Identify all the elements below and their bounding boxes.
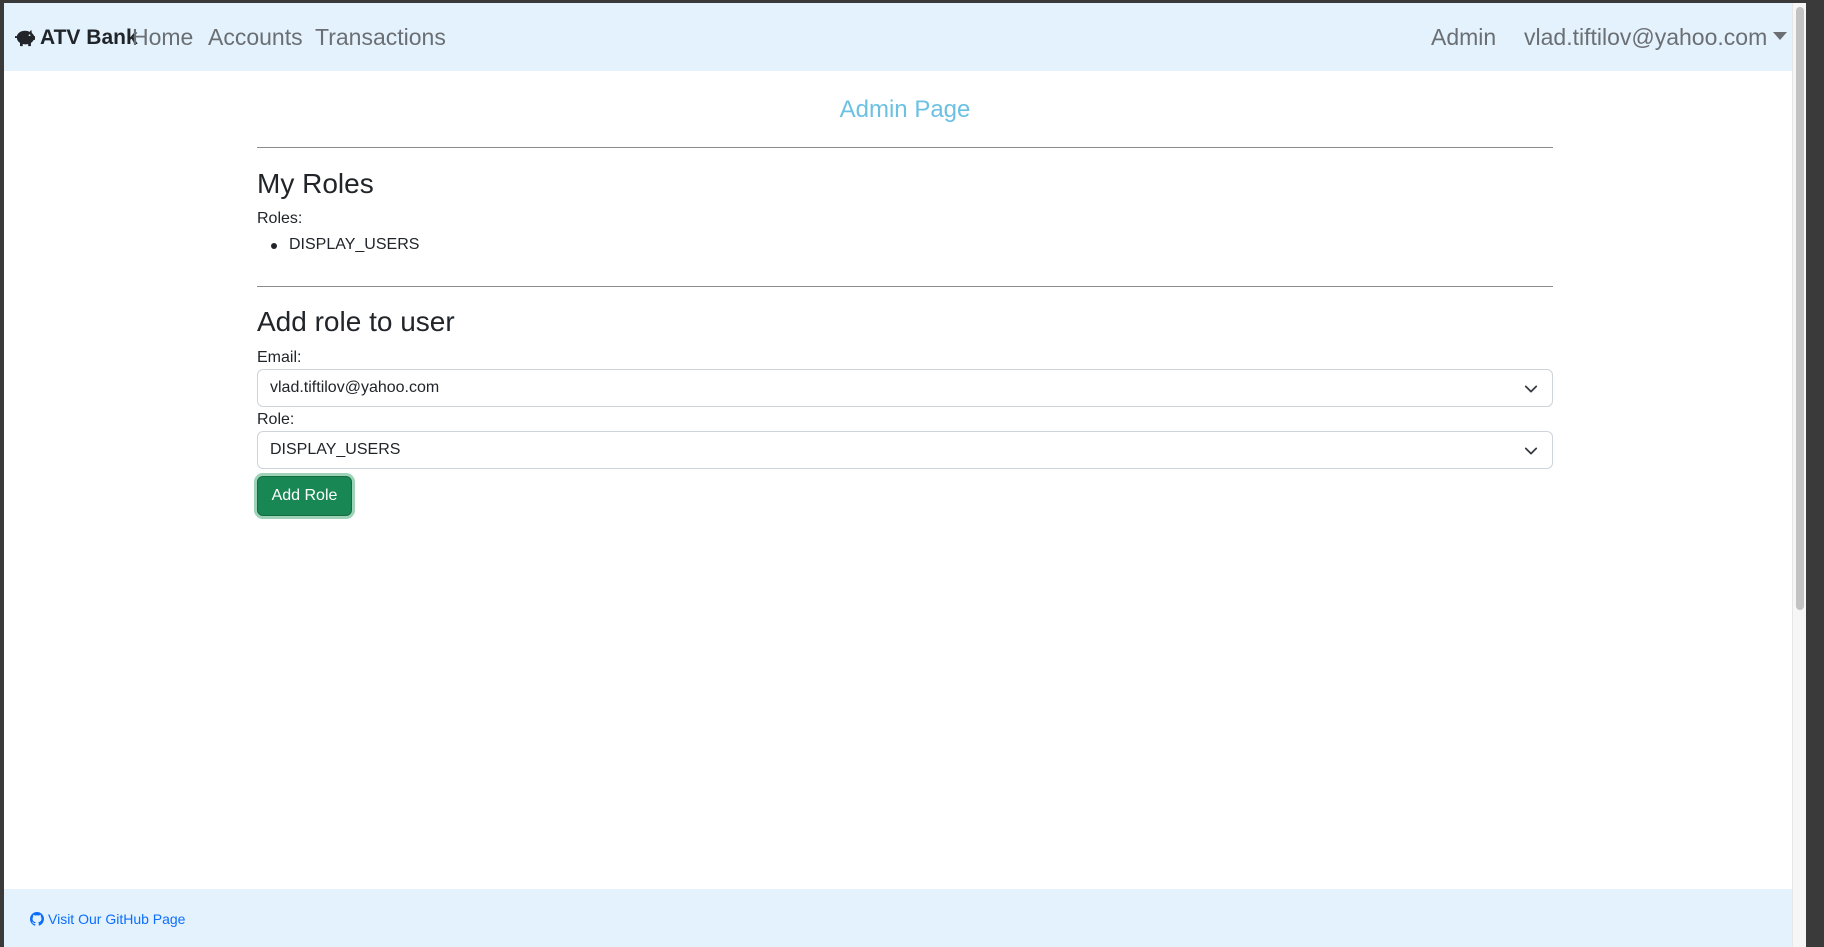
piggy-bank-icon <box>15 29 35 47</box>
footer: Visit Our GitHub Page <box>4 889 1792 947</box>
github-link-label: Visit Our GitHub Page <box>48 911 186 927</box>
caret-down-icon <box>1773 32 1788 40</box>
scrollbar[interactable] <box>1792 3 1806 947</box>
email-label: Email: <box>257 349 302 366</box>
email-select[interactable]: vlad.tiftilov@yahoo.com <box>257 369 1553 407</box>
github-icon <box>30 912 44 926</box>
navbar: ATV Bank Home Accounts Transactions Admi… <box>4 3 1806 71</box>
list-item: DISPLAY_USERS <box>257 234 419 256</box>
divider <box>257 286 1553 287</box>
user-dropdown[interactable]: vlad.tiftilov@yahoo.com <box>1524 24 1788 51</box>
brand-text: ATV Bank <box>40 26 138 49</box>
nav-admin[interactable]: Admin <box>1431 24 1496 51</box>
roles-label: Roles: <box>257 210 303 227</box>
github-link[interactable]: Visit Our GitHub Page <box>30 911 185 927</box>
roles-list: DISPLAY_USERS <box>257 234 419 256</box>
brand-link[interactable]: ATV Bank <box>14 23 138 53</box>
email-select-value: vlad.tiftilov@yahoo.com <box>270 379 440 396</box>
browser-viewport: ATV Bank Home Accounts Transactions Admi… <box>4 3 1806 947</box>
role-select-value: DISPLAY_USERS <box>270 441 401 458</box>
user-email: vlad.tiftilov@yahoo.com <box>1524 24 1768 50</box>
page-title: Admin Page <box>839 96 971 123</box>
scrollbar-thumb[interactable] <box>1796 7 1804 610</box>
divider <box>257 147 1553 148</box>
role-label: Role: <box>257 411 295 428</box>
role-select[interactable]: DISPLAY_USERS <box>257 431 1553 469</box>
nav-transactions[interactable]: Transactions <box>315 24 446 51</box>
add-role-button[interactable]: Add Role <box>257 476 352 516</box>
nav-accounts[interactable]: Accounts <box>208 24 303 51</box>
nav-home[interactable]: Home <box>132 24 193 51</box>
add-role-heading: Add role to user <box>257 306 455 337</box>
my-roles-heading: My Roles <box>257 168 374 199</box>
chevron-down-icon <box>1524 447 1538 455</box>
chevron-down-icon <box>1524 385 1538 393</box>
